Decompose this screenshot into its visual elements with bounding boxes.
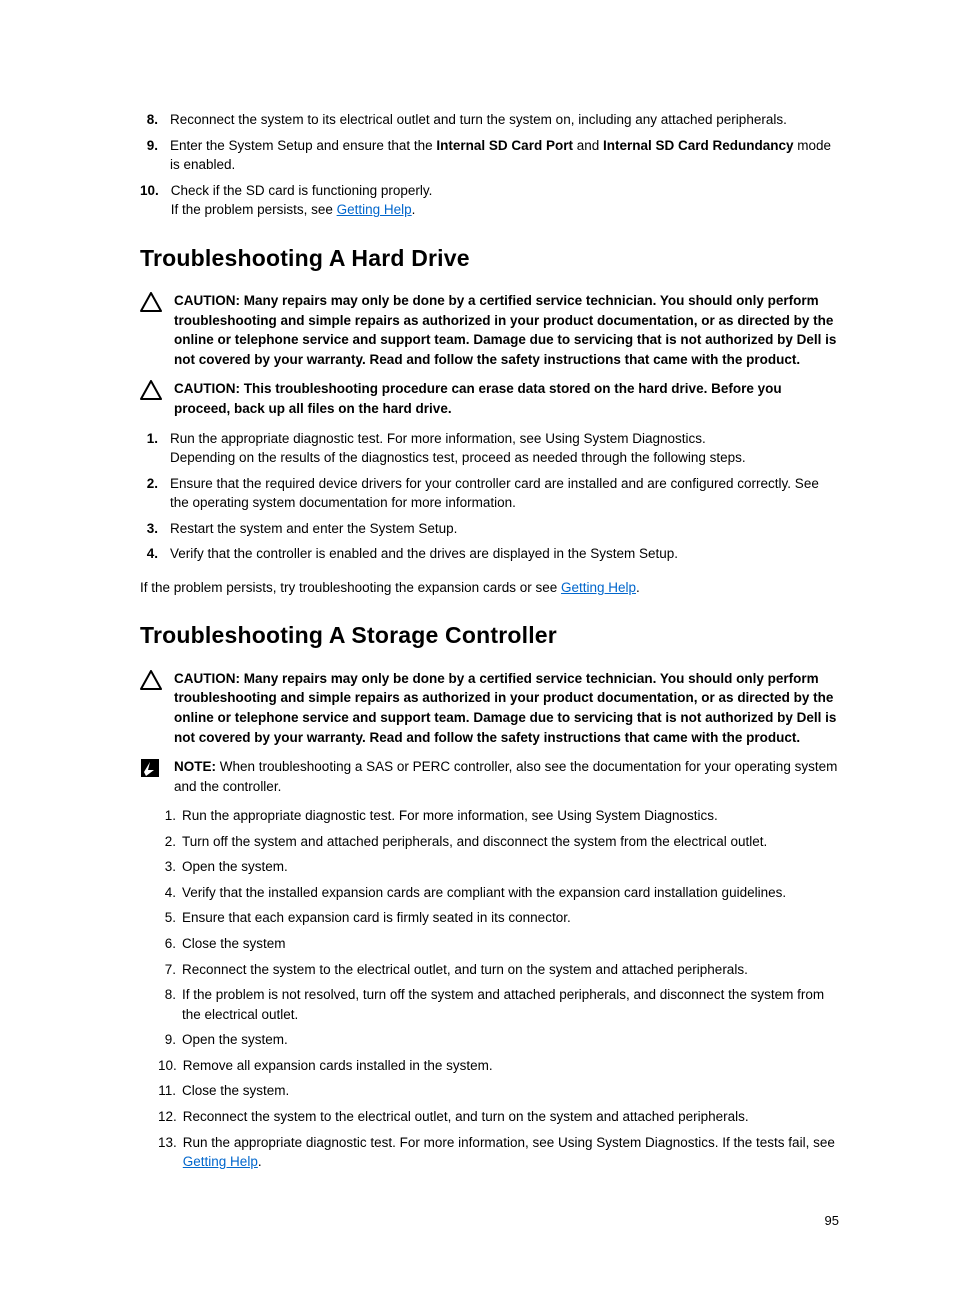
list-item: 3. Restart the system and enter the Syst… (140, 519, 839, 539)
step-number: 3. (158, 857, 182, 877)
step-number: 8. (158, 985, 182, 1024)
note-text: NOTE: When troubleshooting a SAS or PERC… (174, 757, 839, 796)
step-text: Reconnect the system to its electrical o… (170, 110, 839, 130)
continuing-steps-list: 8. Reconnect the system to its electrica… (140, 110, 839, 220)
step-number: 3. (140, 519, 170, 539)
caution-icon (140, 291, 174, 369)
list-item: 9. Enter the System Setup and ensure tha… (140, 136, 839, 175)
step-text: If the problem is not resolved, turn off… (182, 985, 839, 1024)
caution-block: CAUTION: This troubleshooting procedure … (140, 379, 839, 418)
step-text: Reconnect the system to the electrical o… (182, 960, 839, 980)
step-number: 6. (158, 934, 182, 954)
step-text: Ensure that each expansion card is firml… (182, 908, 839, 928)
caution-text: CAUTION: This troubleshooting procedure … (174, 379, 839, 418)
step-number: 4. (140, 544, 170, 564)
step-text: Run the appropriate diagnostic test. For… (182, 806, 839, 826)
heading-hard-drive: Troubleshooting A Hard Drive (140, 242, 839, 275)
caution-block: CAUTION: Many repairs may only be done b… (140, 291, 839, 369)
step-number: 5. (158, 908, 182, 928)
step-number: 4. (158, 883, 182, 903)
list-item: 13. Run the appropriate diagnostic test.… (158, 1133, 839, 1172)
getting-help-link[interactable]: Getting Help (183, 1154, 258, 1169)
hard-drive-steps: 1. Run the appropriate diagnostic test. … (140, 429, 839, 564)
step-number: 2. (158, 832, 182, 852)
caution-text: CAUTION: Many repairs may only be done b… (174, 669, 839, 747)
step-number: 2. (140, 474, 170, 513)
step-text: Remove all expansion cards installed in … (183, 1056, 839, 1076)
step-number: 10. (158, 1056, 183, 1076)
list-item: 7.Reconnect the system to the electrical… (158, 960, 839, 980)
hard-drive-aftertext: If the problem persists, try troubleshoo… (140, 578, 839, 598)
list-item: 8. Reconnect the system to its electrica… (140, 110, 839, 130)
step-text: Close the system. (182, 1081, 839, 1101)
step-text: Restart the system and enter the System … (170, 519, 839, 539)
list-item: 10.Remove all expansion cards installed … (158, 1056, 839, 1076)
list-item: 1. Run the appropriate diagnostic test. … (140, 429, 839, 468)
step-text: Turn off the system and attached periphe… (182, 832, 839, 852)
step-number: 13. (158, 1133, 183, 1172)
step-number: 9. (158, 1030, 182, 1050)
list-item: 2. Ensure that the required device drive… (140, 474, 839, 513)
list-item: 4.Verify that the installed expansion ca… (158, 883, 839, 903)
storage-controller-steps: 1.Run the appropriate diagnostic test. F… (158, 806, 839, 1171)
step-text: Ensure that the required device drivers … (170, 474, 839, 513)
note-block: NOTE: When troubleshooting a SAS or PERC… (140, 757, 839, 796)
getting-help-link[interactable]: Getting Help (337, 202, 412, 217)
step-number: 8. (140, 110, 170, 130)
list-item: 3.Open the system. (158, 857, 839, 877)
caution-icon (140, 379, 174, 418)
step-text: Reconnect the system to the electrical o… (183, 1107, 839, 1127)
caution-icon (140, 669, 174, 747)
list-item: 12.Reconnect the system to the electrica… (158, 1107, 839, 1127)
step-number: 11. (158, 1081, 182, 1101)
step-text: Run the appropriate diagnostic test. For… (183, 1133, 839, 1172)
getting-help-link[interactable]: Getting Help (561, 580, 636, 595)
step-number: 7. (158, 960, 182, 980)
step-number: 1. (158, 806, 182, 826)
step-text: Run the appropriate diagnostic test. For… (170, 429, 839, 468)
list-item: 6.Close the system (158, 934, 839, 954)
step-text: Open the system. (182, 1030, 839, 1050)
list-item: 10. Check if the SD card is functioning … (140, 181, 839, 220)
step-text: Open the system. (182, 857, 839, 877)
list-item: 2.Turn off the system and attached perip… (158, 832, 839, 852)
list-item: 11.Close the system. (158, 1081, 839, 1101)
step-number: 1. (140, 429, 170, 468)
step-number: 12. (158, 1107, 183, 1127)
step-text: Verify that the installed expansion card… (182, 883, 839, 903)
step-number: 10. (140, 181, 171, 220)
page-number: 95 (140, 1212, 839, 1231)
step-text: Close the system (182, 934, 839, 954)
step-text: Enter the System Setup and ensure that t… (170, 136, 839, 175)
list-item: 9.Open the system. (158, 1030, 839, 1050)
list-item: 1.Run the appropriate diagnostic test. F… (158, 806, 839, 826)
note-icon (140, 757, 174, 796)
list-item: 8.If the problem is not resolved, turn o… (158, 985, 839, 1024)
step-number: 9. (140, 136, 170, 175)
step-text: Check if the SD card is functioning prop… (171, 181, 839, 220)
caution-block: CAUTION: Many repairs may only be done b… (140, 669, 839, 747)
heading-storage-controller: Troubleshooting A Storage Controller (140, 619, 839, 652)
caution-text: CAUTION: Many repairs may only be done b… (174, 291, 839, 369)
list-item: 5.Ensure that each expansion card is fir… (158, 908, 839, 928)
list-item: 4. Verify that the controller is enabled… (140, 544, 839, 564)
step-text: Verify that the controller is enabled an… (170, 544, 839, 564)
